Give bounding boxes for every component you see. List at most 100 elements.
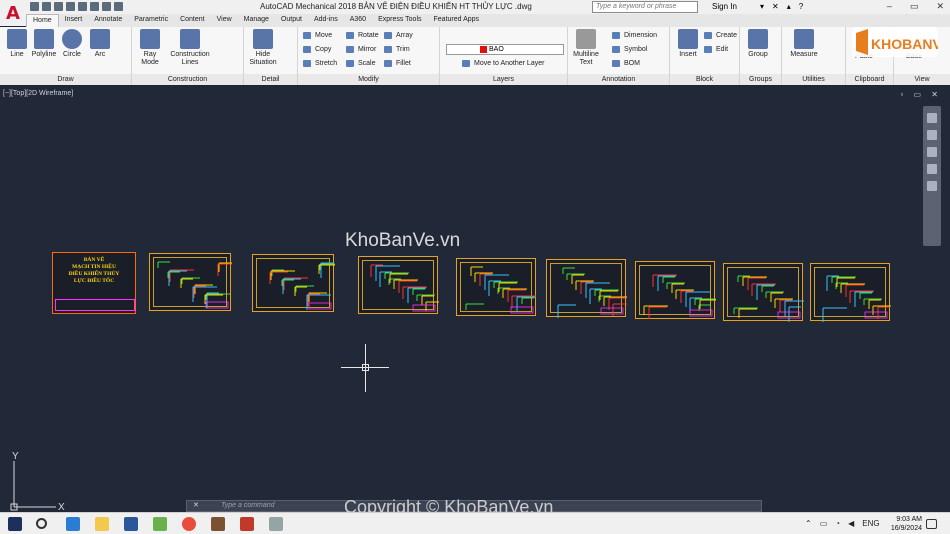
drawing-sheet[interactable] bbox=[546, 259, 627, 318]
annotation-panel-title[interactable]: Annotation bbox=[568, 74, 669, 85]
arc-button[interactable]: Arc bbox=[84, 29, 116, 59]
move-to-layer-button[interactable]: Move to Another Layer bbox=[462, 58, 544, 69]
application-menu-button[interactable]: A bbox=[0, 0, 26, 26]
tab-content[interactable]: Content bbox=[174, 14, 211, 27]
block-panel-title[interactable]: Block bbox=[670, 74, 739, 85]
drawing-viewport[interactable]: [−][Top][2D Wireframe] ▫ ▭ ✕ KhoBanVe.vn… bbox=[0, 86, 950, 512]
tab-featured-apps[interactable]: Featured Apps bbox=[428, 14, 486, 27]
tab-home[interactable]: Home bbox=[26, 14, 59, 27]
viewport-controls[interactable]: ▫ ▭ ✕ bbox=[900, 90, 942, 99]
tab-add-ins[interactable]: Add-ins bbox=[308, 14, 344, 27]
navigation-bar[interactable] bbox=[923, 106, 941, 246]
drawing-sheet[interactable] bbox=[149, 253, 232, 311]
exchange-icon[interactable]: ✕ bbox=[772, 2, 779, 11]
stretch-button[interactable]: Stretch bbox=[303, 58, 337, 69]
utilities-panel-title[interactable]: Utilities bbox=[782, 74, 845, 85]
tab-insert[interactable]: Insert bbox=[59, 14, 89, 27]
sign-in-button[interactable]: Sign In bbox=[712, 2, 737, 11]
paint-icon[interactable] bbox=[269, 517, 283, 531]
search-icon[interactable] bbox=[36, 518, 47, 529]
create-block-button[interactable]: Create bbox=[704, 30, 737, 41]
construction-lines-button[interactable]: Construction Lines bbox=[168, 29, 212, 67]
search-input[interactable]: Type a keyword or phrase bbox=[592, 1, 698, 13]
minimize-icon[interactable]: – bbox=[887, 1, 892, 12]
viewport-label[interactable]: [−][Top][2D Wireframe] bbox=[3, 90, 73, 97]
move-button[interactable]: Move bbox=[303, 30, 332, 41]
wifi-icon[interactable]: ◔ bbox=[835, 519, 840, 528]
drawing-sheet[interactable] bbox=[252, 254, 335, 312]
showmotion-icon[interactable] bbox=[927, 181, 937, 191]
word-icon[interactable] bbox=[124, 517, 138, 531]
dimension-button[interactable]: Dimension bbox=[612, 30, 657, 41]
command-close-icon[interactable]: ✕ bbox=[193, 501, 199, 511]
tab-output[interactable]: Output bbox=[275, 14, 308, 27]
notification-icon[interactable] bbox=[926, 519, 937, 529]
construction-panel-title[interactable]: Construction bbox=[132, 74, 243, 85]
save-icon[interactable] bbox=[54, 2, 63, 11]
edit-block-button[interactable]: Edit bbox=[704, 44, 728, 55]
copy-button[interactable]: Copy bbox=[303, 44, 331, 55]
cart-icon[interactable]: ▾ bbox=[760, 2, 764, 11]
view-panel-title[interactable]: View bbox=[894, 74, 950, 85]
print-icon[interactable] bbox=[78, 2, 87, 11]
group-button[interactable]: Group bbox=[742, 29, 774, 59]
autocad-icon[interactable] bbox=[240, 517, 254, 531]
volume-icon[interactable]: ◀ bbox=[848, 519, 854, 528]
tab-annotate[interactable]: Annotate bbox=[88, 14, 128, 27]
mirror-button[interactable]: Mirror bbox=[346, 44, 376, 55]
open-icon[interactable] bbox=[42, 2, 51, 11]
bom-button[interactable]: BOM bbox=[612, 58, 640, 69]
chrome-icon[interactable] bbox=[182, 517, 196, 531]
hide-situation-button[interactable]: Hide Situation bbox=[246, 29, 280, 67]
layer-dropdown[interactable]: BAO bbox=[446, 44, 564, 55]
drawing-sheet[interactable] bbox=[358, 256, 439, 314]
share-icon[interactable] bbox=[114, 2, 123, 11]
tab-parametric[interactable]: Parametric bbox=[128, 14, 174, 27]
edge-icon[interactable] bbox=[66, 517, 80, 531]
layers-panel-title[interactable]: Layers bbox=[440, 74, 567, 85]
drawing-sheet[interactable] bbox=[723, 263, 804, 322]
steering-wheel-icon[interactable] bbox=[927, 113, 937, 123]
close-icon[interactable]: ✕ bbox=[936, 1, 944, 12]
fillet-button[interactable]: Fillet bbox=[384, 58, 411, 69]
chevron-up-icon[interactable]: ⌃ bbox=[805, 519, 812, 528]
media-icon[interactable] bbox=[211, 517, 225, 531]
file-explorer-icon[interactable] bbox=[95, 517, 109, 531]
scale-button[interactable]: Scale bbox=[346, 58, 376, 69]
rotate-button[interactable]: Rotate bbox=[346, 30, 379, 41]
modify-panel-title[interactable]: Modify bbox=[298, 74, 439, 85]
language-indicator[interactable]: ENG bbox=[862, 519, 879, 528]
tab-view[interactable]: View bbox=[211, 14, 238, 27]
app-icon[interactable] bbox=[153, 517, 167, 531]
multiline-text-button[interactable]: Multiline Text bbox=[570, 29, 602, 67]
draw-panel-title[interactable]: Draw bbox=[0, 74, 131, 85]
undo-icon[interactable] bbox=[90, 2, 99, 11]
start-icon[interactable] bbox=[8, 517, 22, 531]
tab-express-tools[interactable]: Express Tools bbox=[372, 14, 427, 27]
array-button[interactable]: Array bbox=[384, 30, 413, 41]
drawing-sheet[interactable] bbox=[810, 263, 891, 322]
pan-icon[interactable] bbox=[927, 130, 937, 140]
insert-button[interactable]: Insert bbox=[672, 29, 704, 59]
groups-panel-title[interactable]: Groups bbox=[740, 74, 781, 85]
cover-sheet[interactable]: BẢN VẼ MẠCH TIN HIỆU ĐIỀU KHIỂN THỦY LỰC… bbox=[52, 252, 136, 314]
network-icon[interactable]: ▭ bbox=[820, 519, 828, 528]
new-icon[interactable] bbox=[30, 2, 39, 11]
saveas-icon[interactable] bbox=[66, 2, 75, 11]
detail-panel-title[interactable]: Detail bbox=[244, 74, 297, 85]
trim-button[interactable]: Trim bbox=[384, 44, 410, 55]
zoom-icon[interactable] bbox=[927, 147, 937, 157]
user-icon[interactable]: ▴ bbox=[787, 2, 791, 11]
drawing-sheet[interactable] bbox=[456, 258, 536, 316]
measure-button[interactable]: Measure bbox=[788, 29, 820, 59]
maximize-icon[interactable]: ▭ bbox=[910, 1, 919, 12]
ray-mode-button[interactable]: Ray Mode bbox=[134, 29, 166, 67]
help-icon[interactable]: ? bbox=[799, 2, 803, 11]
clock[interactable]: 9:03 AM 16/9/2024 bbox=[891, 515, 922, 533]
clipboard-panel-title[interactable]: Clipboard bbox=[846, 74, 893, 85]
tab-a360[interactable]: A360 bbox=[344, 14, 372, 27]
orbit-icon[interactable] bbox=[927, 164, 937, 174]
symbol-button[interactable]: Symbol bbox=[612, 44, 647, 55]
tab-manage[interactable]: Manage bbox=[238, 14, 275, 27]
drawing-sheet[interactable] bbox=[635, 261, 716, 319]
